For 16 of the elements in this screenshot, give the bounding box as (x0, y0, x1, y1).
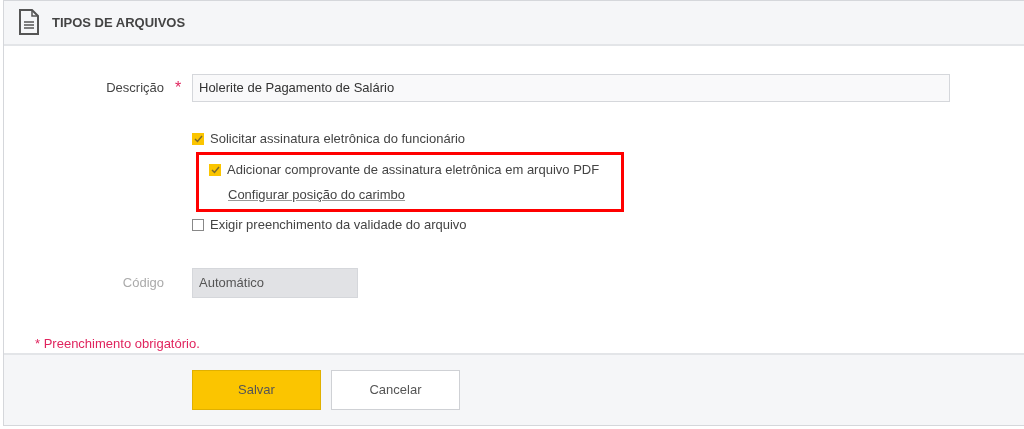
description-field[interactable]: Holerite de Pagamento de Salário (192, 73, 950, 102)
required-note: * Preenchimento obrigatório. (35, 334, 201, 353)
checkbox[interactable] (209, 163, 221, 176)
stamp-position-link[interactable]: Configurar posição do carimbo (209, 182, 406, 207)
cancel-button[interactable]: Cancelar (331, 370, 460, 411)
checkbox-label: Solicitar assinatura eletrônica do funcionário (210, 130, 466, 149)
checkbox[interactable] (192, 132, 204, 145)
checkbox[interactable] (192, 218, 204, 231)
document-icon (18, 9, 40, 36)
save-button[interactable]: Salvar (192, 370, 321, 411)
field-label: Descrição (105, 79, 164, 98)
required-mark: * (173, 77, 183, 98)
checkbox-label: Adicionar comprovante de assinatura eletrônica em arquivo PDF (227, 161, 600, 180)
panel-title: TIPOS DE ARQUIVOS (52, 13, 186, 32)
field-label: Código (121, 274, 164, 293)
checkbox-label: Exigir preenchimento da validade do arquivo (210, 216, 467, 235)
